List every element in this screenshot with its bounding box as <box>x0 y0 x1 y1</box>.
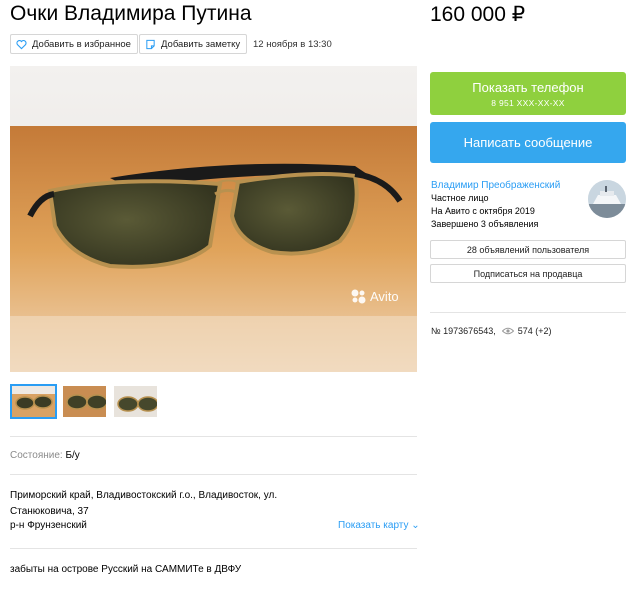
add-to-favorites-button[interactable]: Добавить в избранное <box>10 34 138 54</box>
divider <box>10 548 417 549</box>
phone-masked: 8 951 XXX-XX-XX <box>491 98 565 108</box>
add-note-button[interactable]: Добавить заметку <box>139 34 248 54</box>
condition-label: Состояние: <box>10 450 63 461</box>
seller-type: Частное лицо <box>431 193 489 203</box>
thumbnail[interactable] <box>112 384 159 419</box>
show-map-label: Показать карту <box>338 520 409 531</box>
show-map-link[interactable]: Показать карту ⌄ <box>338 520 420 531</box>
divider <box>10 436 417 437</box>
divider <box>10 474 417 475</box>
thumbnail[interactable] <box>10 384 57 419</box>
eye-icon <box>501 327 514 335</box>
show-phone-label: Показать телефон <box>472 80 584 95</box>
district: р-н Фрунзенский <box>10 520 87 531</box>
divider <box>430 312 626 313</box>
seller-completed: Завершено 3 объявления <box>431 219 539 229</box>
thumbnail[interactable] <box>61 384 108 419</box>
ad-number: № 1973676543, <box>431 326 496 336</box>
publish-date: 12 ноября в 13:30 <box>253 39 332 50</box>
seller-name[interactable]: Владимир Преображенский <box>431 179 560 192</box>
condition: Состояние: Б/у <box>10 450 80 461</box>
show-phone-button[interactable]: Показать телефон 8 951 XXX-XX-XX <box>430 72 626 115</box>
views-count: 574 (+2) <box>517 326 552 336</box>
ad-meta: № 1973676543, 574 (+2) <box>431 326 552 336</box>
note-icon <box>145 39 156 50</box>
seller-info: Владимир Преображенский Частное лицо На … <box>431 179 560 231</box>
user-ads-button[interactable]: 28 объявлений пользователя <box>430 240 626 259</box>
description: забыты на острове Русский на САММИТе в Д… <box>10 564 242 575</box>
add-note-label: Добавить заметку <box>161 38 241 50</box>
condition-value: Б/у <box>65 450 80 461</box>
subscribe-seller-button[interactable]: Подписаться на продавца <box>430 264 626 283</box>
main-photo[interactable]: Avito <box>10 66 417 372</box>
avito-watermark-text: Avito <box>370 289 399 304</box>
heart-icon <box>16 39 27 50</box>
listing-title: Очки Владимира Путина <box>10 2 252 25</box>
chevron-down-icon: ⌄ <box>411 520 420 531</box>
avatar[interactable] <box>588 180 626 218</box>
listing-price: 160 000 ₽ <box>430 3 526 26</box>
address: Приморский край, Владивостокский г.о., В… <box>10 490 278 517</box>
add-to-favorites-label: Добавить в избранное <box>32 38 131 50</box>
thumbnail-strip <box>10 384 159 419</box>
write-message-button[interactable]: Написать сообщение <box>430 122 626 163</box>
seller-since: На Авито с октября 2019 <box>431 206 535 216</box>
